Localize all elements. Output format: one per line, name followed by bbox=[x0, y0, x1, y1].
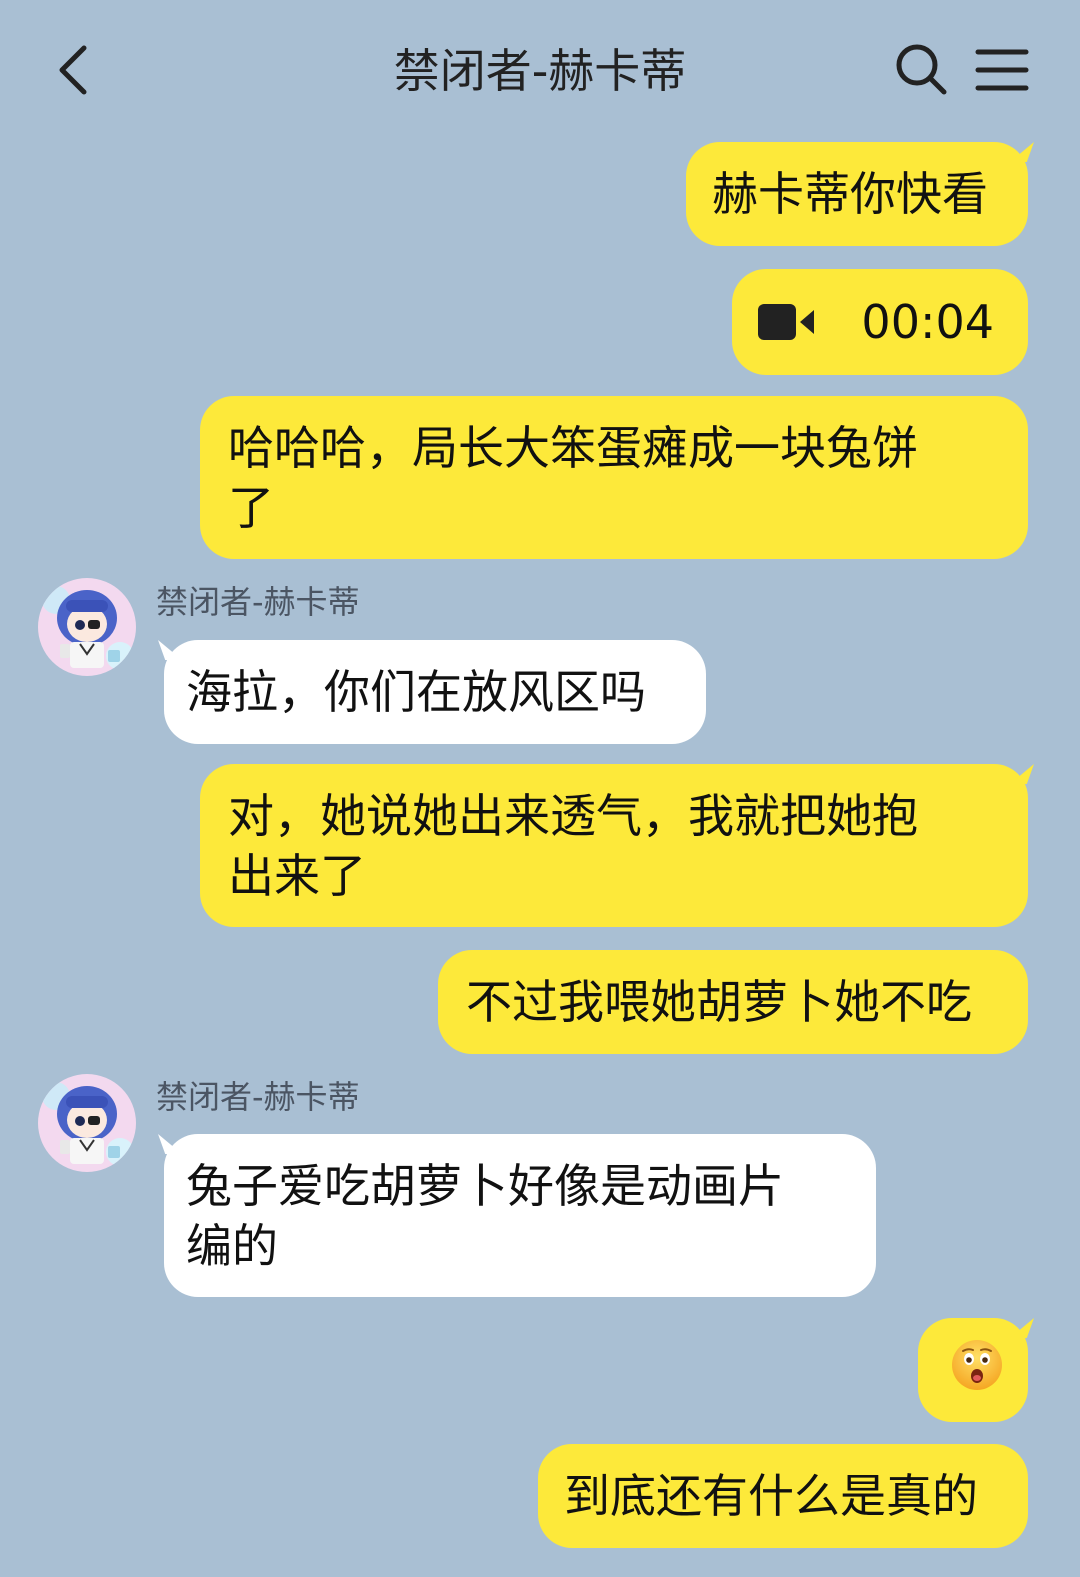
avatar-image bbox=[38, 578, 136, 676]
outgoing-message-bubble[interactable]: 哈哈哈，局长大笨蛋瘫成一块兔饼 了 bbox=[200, 396, 1028, 559]
incoming-message-bubble[interactable]: 兔子爱吃胡萝卜好像是动画片 编的 bbox=[164, 1134, 876, 1297]
contact-avatar[interactable] bbox=[38, 1074, 136, 1172]
outgoing-message-bubble[interactable]: 不过我喂她胡萝卜她不吃 bbox=[438, 950, 1028, 1054]
menu-button[interactable] bbox=[972, 40, 1032, 100]
message-text-line: 了 bbox=[228, 481, 274, 535]
contact-avatar[interactable] bbox=[38, 578, 136, 676]
message-text-line: 出来了 bbox=[228, 849, 366, 903]
outgoing-message-bubble[interactable]: 赫卡蒂你快看 bbox=[686, 142, 1028, 246]
message-text-line: 编的 bbox=[186, 1219, 278, 1273]
message-text: 赫卡蒂你快看 bbox=[712, 167, 988, 221]
sender-name: 禁闭者-赫卡蒂 bbox=[156, 583, 360, 621]
emoji-message-bubble[interactable] bbox=[918, 1318, 1028, 1422]
menu-icon bbox=[975, 49, 1029, 91]
video-duration: 00:04 bbox=[861, 295, 994, 349]
outgoing-message-bubble[interactable]: 对，她说她出来透气，我就把她抱 出来了 bbox=[200, 764, 1028, 927]
message-text: 海拉，你们在放风区吗 bbox=[186, 665, 646, 719]
message-text-line: 哈哈哈，局长大笨蛋瘫成一块兔饼 bbox=[228, 421, 918, 475]
incoming-message-bubble[interactable]: 海拉，你们在放风区吗 bbox=[164, 640, 706, 744]
video-camera-icon bbox=[758, 304, 814, 340]
message-text: 不过我喂她胡萝卜她不吃 bbox=[466, 975, 972, 1029]
message-text: 到底还有什么是真的 bbox=[564, 1469, 978, 1523]
avatar-image bbox=[38, 1074, 136, 1172]
outgoing-message-bubble[interactable]: 到底还有什么是真的 bbox=[538, 1444, 1028, 1548]
chat-header: 禁闭者-赫卡蒂 bbox=[0, 0, 1080, 140]
astonished-face-emoji-icon bbox=[952, 1340, 1002, 1390]
message-text-line: 兔子爱吃胡萝卜好像是动画片 bbox=[186, 1159, 784, 1213]
search-icon bbox=[896, 44, 947, 95]
message-text-line: 对，她说她出来透气，我就把她抱 bbox=[228, 789, 918, 843]
sender-name: 禁闭者-赫卡蒂 bbox=[156, 1078, 360, 1116]
search-button[interactable] bbox=[892, 40, 952, 100]
video-message-bubble[interactable]: 00:04 bbox=[732, 269, 1028, 375]
